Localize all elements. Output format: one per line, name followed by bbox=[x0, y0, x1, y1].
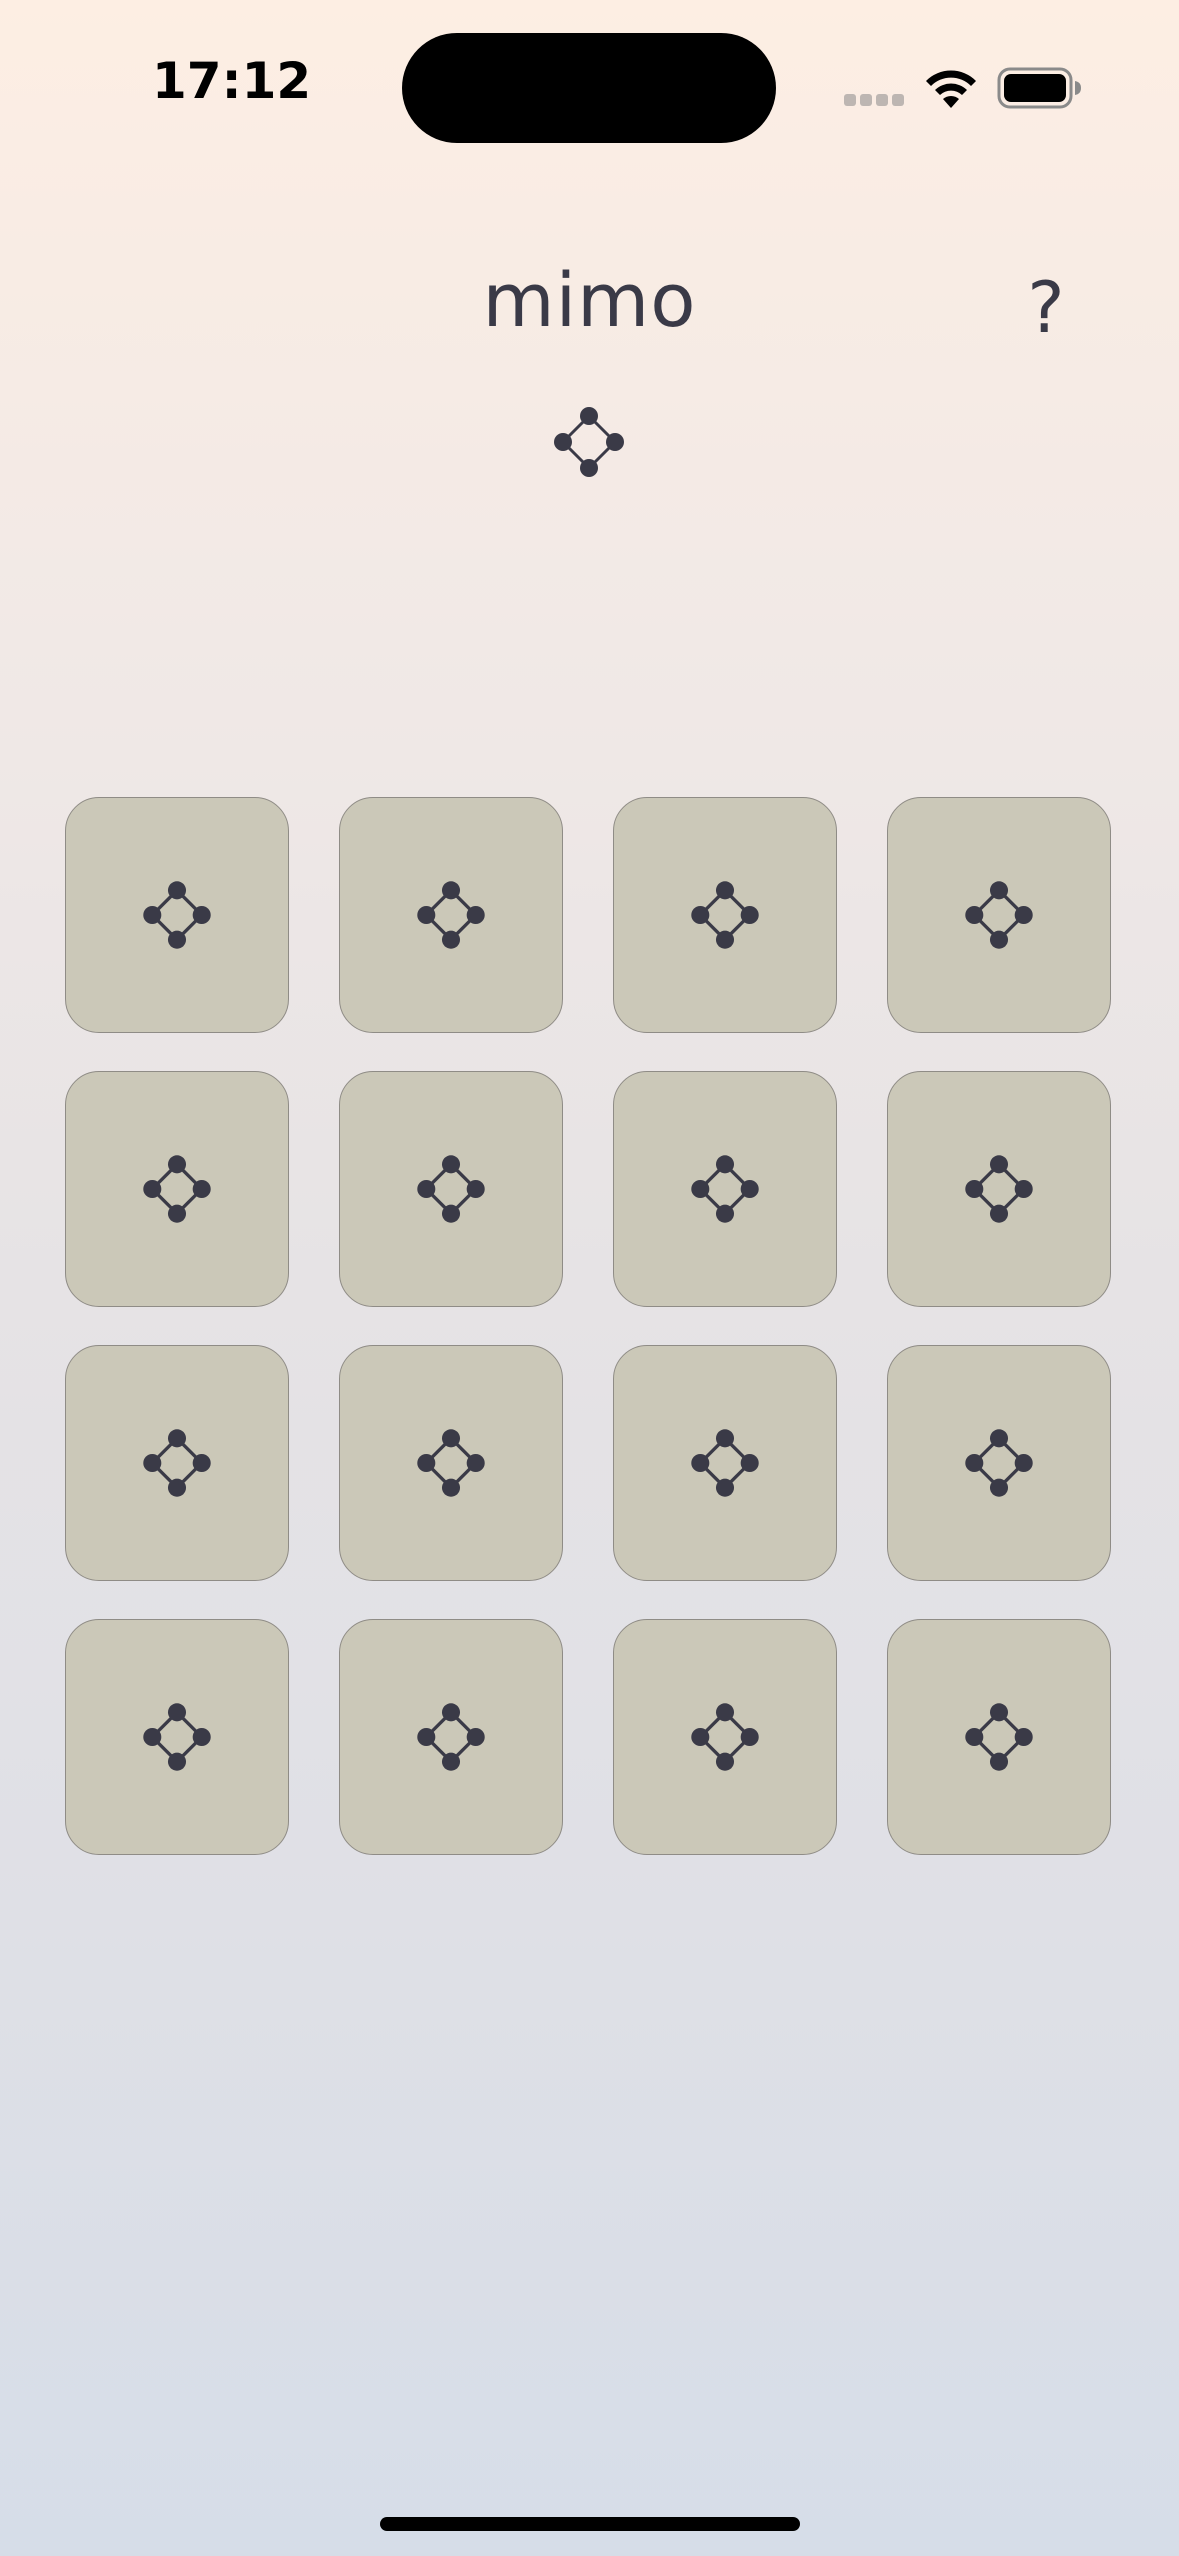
diamond-nodes-icon bbox=[965, 1429, 1033, 1497]
memory-card[interactable] bbox=[339, 1345, 563, 1581]
home-indicator[interactable] bbox=[380, 2517, 800, 2531]
card-grid bbox=[65, 797, 1113, 1857]
memory-card[interactable] bbox=[887, 797, 1111, 1033]
help-button[interactable]: ? bbox=[1018, 268, 1074, 348]
diamond-nodes-icon bbox=[143, 881, 211, 949]
diamond-nodes-icon bbox=[691, 1429, 759, 1497]
signal-dots-icon bbox=[844, 94, 906, 108]
battery-icon bbox=[997, 67, 1081, 109]
memory-card[interactable] bbox=[613, 1345, 837, 1581]
diamond-nodes-icon bbox=[691, 1155, 759, 1223]
diamond-nodes-icon bbox=[417, 1155, 485, 1223]
memory-card[interactable] bbox=[887, 1345, 1111, 1581]
memory-card[interactable] bbox=[613, 797, 837, 1033]
wifi-icon bbox=[926, 70, 976, 108]
memory-card[interactable] bbox=[613, 1071, 837, 1307]
diamond-nodes-icon bbox=[691, 1703, 759, 1771]
memory-card[interactable] bbox=[339, 1619, 563, 1855]
memory-card[interactable] bbox=[65, 797, 289, 1033]
memory-card[interactable] bbox=[887, 1619, 1111, 1855]
memory-card[interactable] bbox=[339, 1071, 563, 1307]
diamond-nodes-icon bbox=[143, 1429, 211, 1497]
diamond-nodes-icon bbox=[691, 881, 759, 949]
memory-card[interactable] bbox=[613, 1619, 837, 1855]
diamond-nodes-icon bbox=[143, 1155, 211, 1223]
memory-card[interactable] bbox=[65, 1619, 289, 1855]
dynamic-island bbox=[402, 33, 776, 143]
memory-card[interactable] bbox=[887, 1071, 1111, 1307]
diamond-nodes-icon bbox=[143, 1703, 211, 1771]
memory-card[interactable] bbox=[65, 1345, 289, 1581]
diamond-nodes-icon bbox=[417, 881, 485, 949]
memory-card[interactable] bbox=[65, 1071, 289, 1307]
memory-card[interactable] bbox=[339, 797, 563, 1033]
app-title: mimo bbox=[482, 258, 697, 344]
diamond-nodes-icon bbox=[417, 1429, 485, 1497]
diamond-nodes-icon bbox=[554, 407, 624, 477]
diamond-nodes-icon bbox=[965, 881, 1033, 949]
status-bar: 17:12 bbox=[0, 0, 1179, 170]
diamond-nodes-icon bbox=[965, 1703, 1033, 1771]
status-time: 17:12 bbox=[152, 52, 312, 110]
diamond-nodes-icon bbox=[417, 1703, 485, 1771]
diamond-nodes-icon bbox=[965, 1155, 1033, 1223]
